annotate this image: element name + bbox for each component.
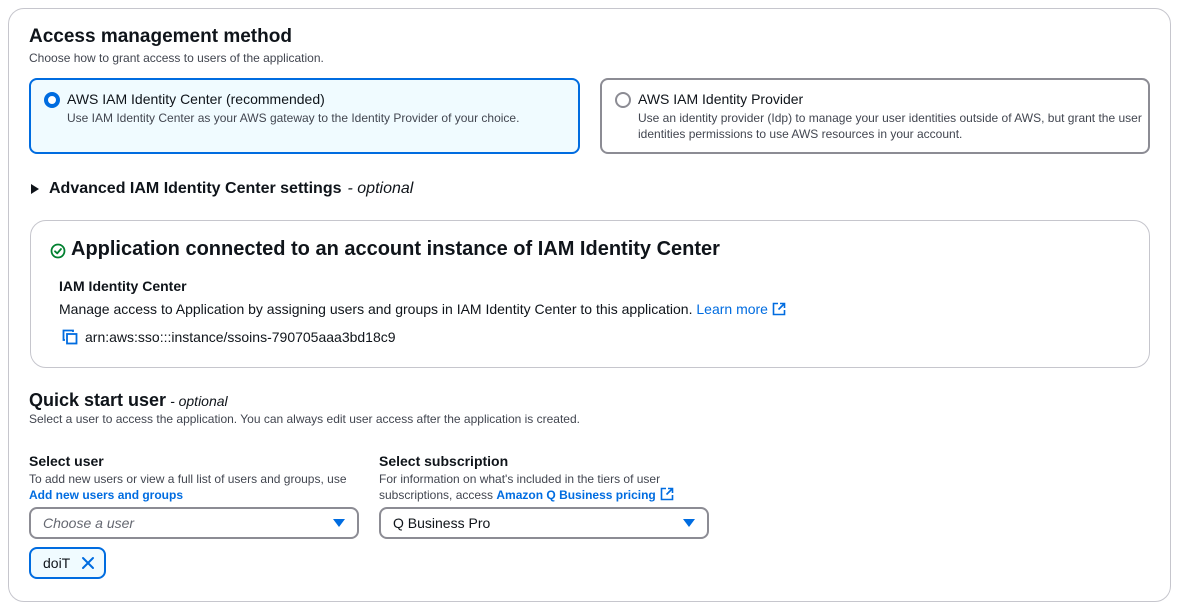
select-user-help: To add new users or view a full list of …	[29, 472, 347, 486]
learn-more-link[interactable]: Learn more	[696, 301, 786, 317]
expander-label: Advanced IAM Identity Center settings	[49, 180, 342, 197]
copy-icon[interactable]	[62, 329, 78, 345]
external-link-icon	[660, 487, 674, 501]
option-description: Use IAM Identity Center as your AWS gate…	[67, 111, 520, 125]
select-user-placeholder: Choose a user	[43, 515, 135, 531]
radio-selected-icon[interactable]	[44, 92, 60, 108]
add-users-link[interactable]: Add new users and groups	[29, 488, 183, 502]
select-subscription-label: Select subscription	[379, 453, 509, 469]
radio-unselected-icon[interactable]	[615, 92, 631, 108]
pricing-link-text: Amazon Q Business pricing	[496, 488, 656, 502]
token-label: doiT	[43, 555, 71, 571]
external-link-icon	[772, 302, 786, 316]
connection-title: Application connected to an account inst…	[71, 238, 720, 260]
connection-status-box: Application connected to an account inst…	[30, 220, 1150, 368]
instance-arn: arn:aws:sso:::instance/ssoins-790705aaa3…	[85, 329, 396, 345]
select-subscription-dropdown[interactable]: Q Business Pro	[379, 507, 709, 539]
identity-center-description: Manage access to Application by assignin…	[59, 301, 786, 317]
option-label: AWS IAM Identity Provider	[638, 91, 804, 107]
learn-more-text: Learn more	[696, 301, 768, 317]
advanced-settings-expander[interactable]: Advanced IAM Identity Center settings - …	[31, 180, 413, 198]
option-iam-identity-center[interactable]: AWS IAM Identity Center (recommended) Us…	[29, 78, 580, 154]
quick-start-description: Select a user to access the application.…	[29, 412, 580, 426]
caret-right-icon	[31, 184, 39, 194]
option-label: AWS IAM Identity Center (recommended)	[67, 91, 325, 107]
option-iam-identity-provider[interactable]: AWS IAM Identity Provider Use an identit…	[600, 78, 1150, 154]
select-user-label: Select user	[29, 453, 104, 469]
identity-center-label: IAM Identity Center	[59, 278, 187, 294]
user-token: doiT	[29, 547, 106, 579]
pricing-link[interactable]: Amazon Q Business pricing	[496, 487, 674, 502]
select-subscription-value: Q Business Pro	[393, 515, 491, 531]
quick-start-title: Quick start user	[29, 390, 167, 410]
success-check-icon	[50, 243, 66, 259]
select-user-dropdown[interactable]: Choose a user	[29, 507, 359, 539]
select-subscription-description: For information on what's included in th…	[379, 471, 699, 503]
quick-start-optional: - optional	[170, 393, 228, 409]
option-description: Use an identity provider (Idp) to manage…	[638, 111, 1142, 141]
expander-optional: - optional	[347, 180, 414, 197]
description-text: Manage access to Application by assignin…	[59, 301, 693, 317]
quick-start-heading: Quick start user - optional	[29, 390, 228, 411]
close-icon[interactable]	[81, 556, 95, 570]
access-method-description: Choose how to grant access to users of t…	[29, 51, 324, 65]
caret-down-icon	[333, 519, 345, 527]
caret-down-icon	[683, 519, 695, 527]
access-method-heading: Access management method	[29, 26, 292, 47]
select-user-description: To add new users or view a full list of …	[29, 471, 369, 503]
